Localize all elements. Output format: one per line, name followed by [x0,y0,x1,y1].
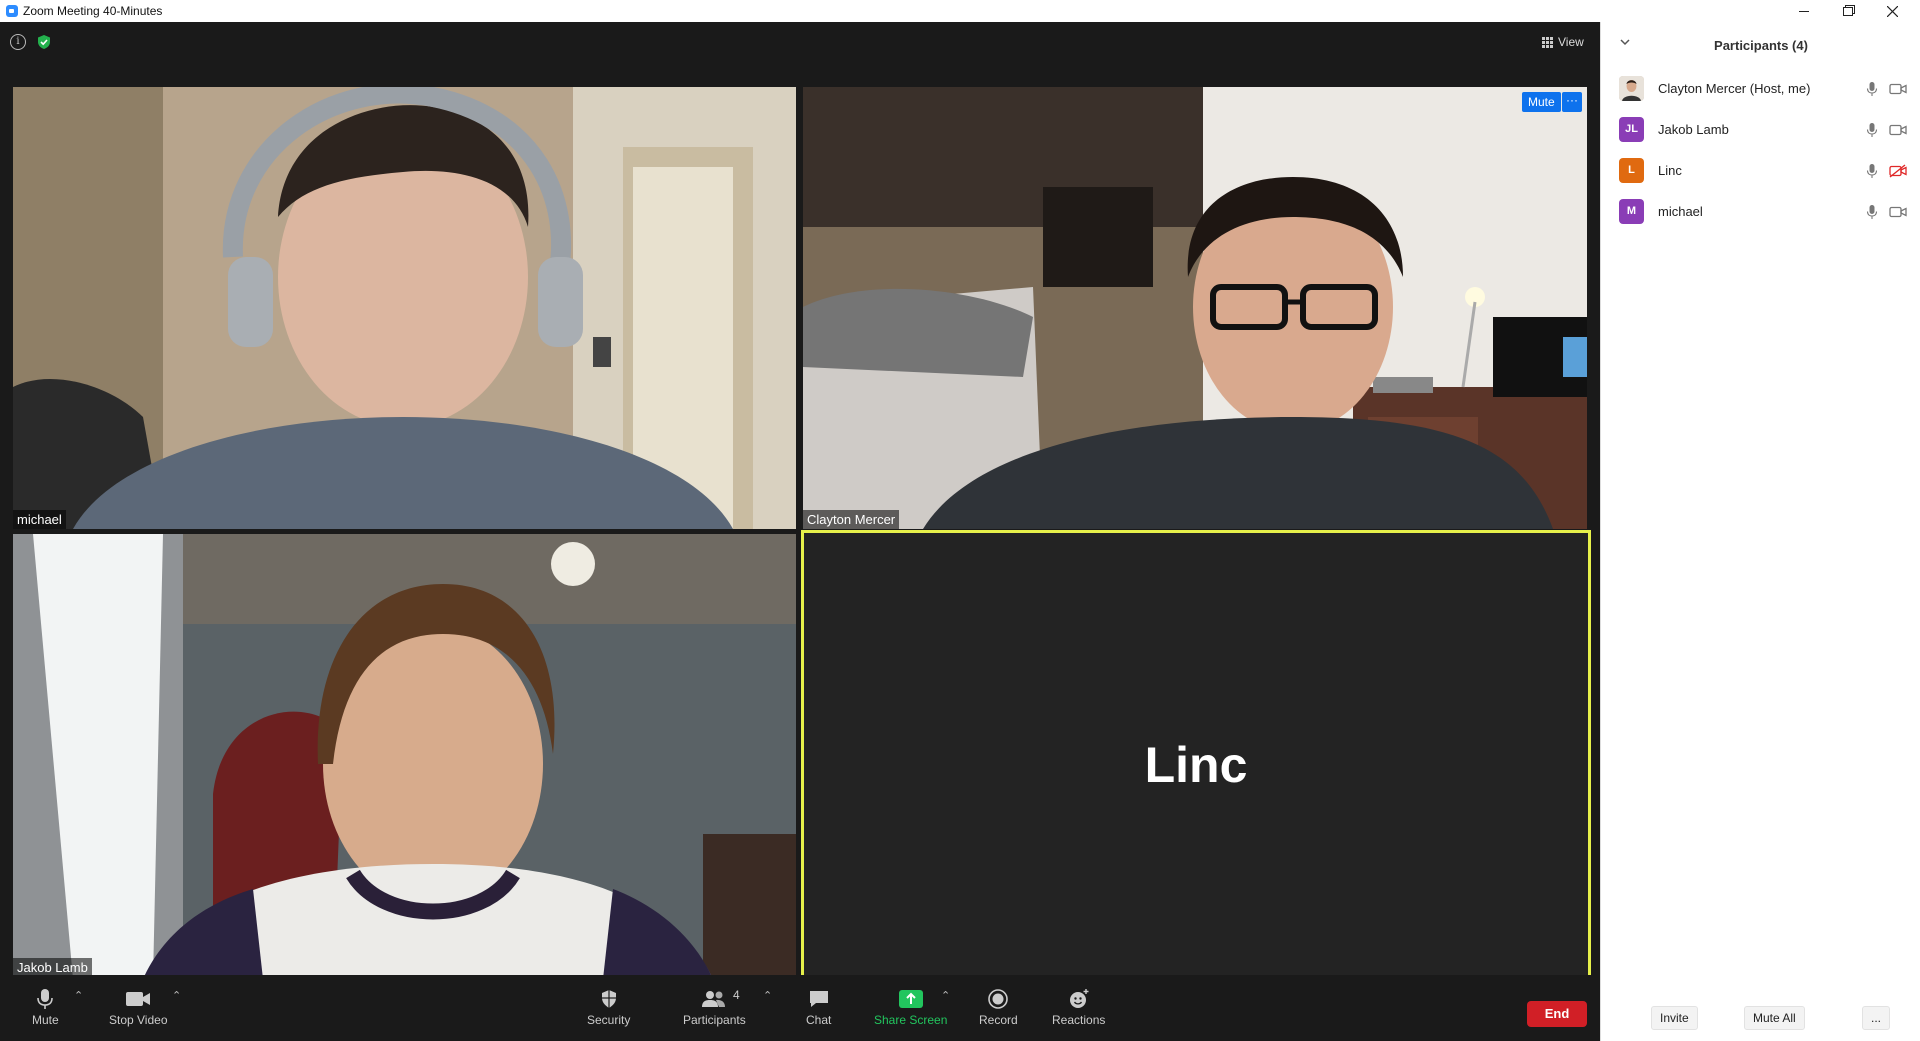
microphone-icon [37,987,54,1011]
participant-row[interactable]: JL Jakob Lamb [1601,109,1920,150]
minimize-icon [1799,10,1809,12]
participants-options-caret[interactable]: ⌃ [763,989,772,1002]
participants-label: Participants [683,1013,746,1027]
participants-panel: Participants (4) Clayton Mercer (Host, m… [1600,22,1920,1041]
end-meeting-button[interactable]: End [1527,1001,1587,1027]
video-camera-icon[interactable] [1889,123,1907,137]
participant-name: michael [1658,204,1703,219]
participant-name: Clayton Mercer (Host, me) [1658,81,1811,96]
zoom-app-icon [6,5,18,17]
security-shield-icon [600,987,618,1011]
meeting-toolbar: Mute ⌃ Stop Video ⌃ Security Participant… [0,975,1600,1041]
avatar: L [1619,158,1644,183]
video-tile-clayton-mercer[interactable]: Mute ··· Clayton Mercer [803,87,1587,529]
minimize-button[interactable] [1782,0,1826,22]
participant-row[interactable]: Clayton Mercer (Host, me) [1601,68,1920,109]
reactions-button[interactable]: Reactions [1052,987,1105,1027]
reactions-emoji-icon [1068,987,1090,1011]
video-options-caret[interactable]: ⌃ [172,989,181,1002]
security-label: Security [587,1013,631,1027]
invite-button[interactable]: Invite [1651,1006,1698,1030]
video-tile-linc[interactable]: Linc [801,530,1591,999]
record-button[interactable]: Record [979,987,1018,1027]
restore-button[interactable] [1826,0,1870,22]
participant-name-tag: Clayton Mercer [803,510,900,529]
avatar: M [1619,199,1644,224]
chat-bubble-icon [808,987,830,1011]
video-tile-jakob-lamb[interactable]: Jakob Lamb [13,534,796,979]
meeting-info-bar: i [10,34,52,50]
share-screen-label: Share Screen [874,1013,948,1027]
audio-options-caret[interactable]: ⌃ [74,989,83,1002]
participant-name-tag: michael [13,510,66,529]
participants-panel-title: Participants (4) [1714,38,1808,53]
tile-more-button[interactable]: ··· [1562,92,1582,112]
participant-video [13,87,796,529]
mute-all-button[interactable]: Mute All [1744,1006,1805,1030]
info-icon[interactable]: i [10,34,26,50]
video-camera-icon[interactable] [1889,82,1907,96]
meeting-area: i View michael Mute ··· Clayton Mercer J… [0,22,1600,1041]
participant-name: Linc [1658,163,1682,178]
share-screen-icon [898,987,923,1011]
chat-button[interactable]: Chat [806,987,831,1027]
more-options-button[interactable]: ... [1862,1006,1891,1030]
participant-row[interactable]: M michael [1601,191,1920,232]
avatar [1619,76,1644,101]
reactions-label: Reactions [1052,1013,1106,1027]
participants-panel-header: Participants (4) [1601,22,1920,66]
security-button[interactable]: Security [587,987,630,1027]
participant-name: Jakob Lamb [1658,122,1729,137]
window-titlebar: Zoom Meeting 40-Minutes [0,0,1920,22]
video-off-icon[interactable] [1889,163,1907,178]
participants-panel-footer: Invite Mute All ... [1601,997,1920,1041]
mute-label: Mute [32,1013,59,1027]
window-title: Zoom Meeting 40-Minutes [23,4,163,18]
video-tile-michael[interactable]: michael [13,87,796,529]
participant-video [13,534,796,979]
microphone-icon[interactable] [1866,81,1878,97]
avatar: JL [1619,117,1644,142]
view-label: View [1558,35,1584,49]
close-button[interactable] [1870,0,1914,22]
record-label: Record [979,1013,1018,1027]
stop-video-button[interactable]: Stop Video [109,987,168,1027]
record-icon [988,987,1009,1011]
participant-display-name: Linc [1144,736,1248,793]
microphone-icon[interactable] [1866,122,1878,138]
mute-button[interactable]: Mute [32,987,59,1027]
participants-icon [700,987,728,1011]
grid-view-icon [1542,36,1553,48]
participant-row[interactable]: L Linc [1601,150,1920,191]
chat-label: Chat [806,1013,832,1027]
participants-count-badge: 4 [733,988,740,1002]
encryption-shield-icon[interactable] [36,34,52,50]
participant-video [803,87,1587,529]
microphone-icon[interactable] [1866,163,1878,179]
tile-mute-button[interactable]: Mute [1522,92,1561,112]
share-options-caret[interactable]: ⌃ [941,989,950,1002]
close-icon [1886,5,1898,17]
video-camera-icon[interactable] [1889,205,1907,219]
stop-video-label: Stop Video [109,1013,168,1027]
microphone-icon[interactable] [1866,204,1878,220]
view-button[interactable]: View [1538,32,1588,52]
video-camera-icon [125,987,151,1011]
share-screen-button[interactable]: Share Screen [874,987,947,1027]
restore-icon [1843,6,1853,16]
